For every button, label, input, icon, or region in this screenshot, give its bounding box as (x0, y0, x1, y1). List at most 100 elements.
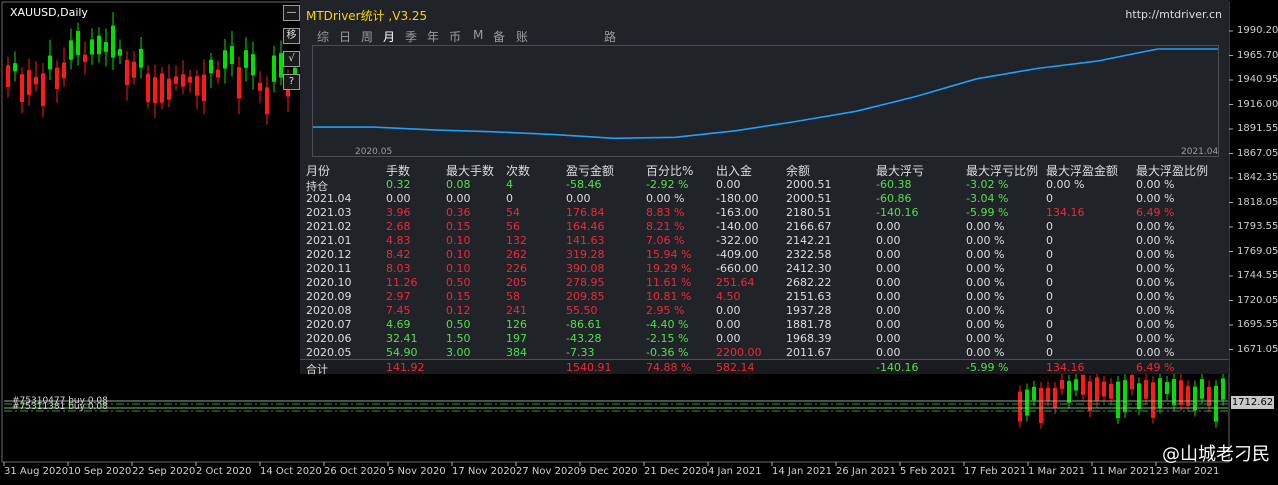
candle-body (160, 73, 164, 103)
cell: 最大浮盈比例 (1136, 164, 1209, 178)
total-cell: 74.88 % (646, 361, 692, 374)
candle-body (55, 67, 59, 90)
tab-7[interactable]: M (473, 28, 483, 42)
cell: 1881.78 (786, 318, 832, 331)
cell: 134.16 (1046, 206, 1085, 219)
date-tick-label: 21 Dec 2020 (644, 466, 708, 477)
cell: 0.12 (446, 304, 471, 317)
cell: 0.00 % (966, 290, 1005, 303)
total-cell: 141.92 (386, 361, 425, 374)
cell: 0.00 % (646, 192, 685, 205)
cell: 126 (506, 318, 527, 331)
panel-url-link[interactable]: http://mtdriver.cn (1125, 8, 1222, 21)
candle-body (244, 50, 248, 68)
cell: 最大浮亏比例 (966, 164, 1039, 178)
cell: -2.92 % (646, 178, 689, 191)
cell: 2021.04 (306, 192, 352, 205)
cell: 2322.58 (786, 248, 832, 261)
candle-body (1074, 379, 1078, 391)
cell: 141.63 (566, 234, 605, 247)
watermark: @山城老刁民 (1162, 444, 1270, 465)
cell: 2682.22 (786, 276, 832, 289)
cell: 4.50 (716, 290, 741, 303)
candle-body (1081, 375, 1085, 395)
price-tick-label: 1720.05 (1237, 294, 1278, 306)
cell: 0.00 % (1136, 248, 1175, 261)
cell: 278.95 (566, 276, 605, 289)
tab-0[interactable]: 综 (317, 28, 329, 45)
tab-4[interactable]: 季 (405, 28, 417, 45)
cell: 2.97 (386, 290, 411, 303)
current-price-tag: 1712.62 (1231, 396, 1274, 409)
candle-body (1221, 378, 1225, 400)
cell: 手数 (386, 164, 411, 178)
cell: -60.38 (876, 178, 912, 191)
cell: 0.50 (446, 318, 471, 331)
cell: -7.33 (566, 346, 595, 359)
candle-body (41, 73, 45, 107)
tab-5[interactable]: 年 (427, 28, 439, 45)
cell: 0.00 (716, 178, 741, 191)
price-tick-label: 1818.05 (1237, 196, 1278, 208)
cell: -86.61 (566, 318, 602, 331)
cell: 0.00 % (966, 220, 1005, 233)
candle-body (265, 87, 269, 115)
candle-body (1200, 379, 1204, 399)
candle-body (125, 59, 129, 86)
candle-body (1186, 386, 1190, 406)
tab-8[interactable]: 备 (493, 28, 505, 45)
cell: 0.00 % (1046, 178, 1085, 191)
table-row: 2021.02 2.68 0.15 56 164.46 8.21 % -140.00 2166… (300, 220, 1229, 234)
cell: 0 (1046, 318, 1053, 331)
tab-2[interactable]: 周 (361, 28, 373, 45)
confirm-button[interactable]: √ (283, 51, 300, 67)
equity-start-date: 2020.05 (355, 147, 393, 157)
candle-body (1144, 380, 1148, 399)
cell: 15.94 % (646, 248, 692, 261)
candle-body (62, 62, 66, 79)
help-button[interactable]: ? (283, 74, 300, 90)
cell: -43.28 (566, 332, 602, 345)
tab-6[interactable]: 币 (449, 28, 461, 45)
move-button[interactable]: 移 (283, 28, 300, 44)
equity-curve-panel: 2020.05 2021.04 (312, 45, 1219, 157)
table-row: 2020.05 54.90 3.00 384 -7.33 -0.36 % 2200.00 20… (300, 346, 1229, 360)
candle-body (223, 50, 227, 69)
tab-3[interactable]: 月 (383, 28, 395, 45)
candle-body (181, 74, 185, 87)
cell: 余额 (786, 164, 811, 178)
cell: 0.00 % (1136, 234, 1175, 247)
cell: 0.00 % (1136, 318, 1175, 331)
cell: 56 (506, 220, 520, 233)
candle-body (230, 46, 234, 64)
cell: 2021.01 (306, 234, 352, 247)
cell: 0.10 (446, 234, 471, 247)
candle-body (188, 76, 192, 83)
candle-body (111, 25, 115, 58)
candle-body (167, 78, 171, 100)
cell: 319.28 (566, 248, 605, 261)
table-row: 2020.10 11.26 0.50 205 278.95 11.61 % 251.64 26… (300, 276, 1229, 290)
cell: 0 (1046, 220, 1053, 233)
cell: 0.00 (876, 318, 901, 331)
candle-body (6, 65, 10, 88)
cell: 0.00 % (1136, 332, 1175, 345)
cell: 0 (1046, 346, 1053, 359)
date-tick-label: 4 Jan 2021 (708, 466, 762, 477)
cell: 8.42 (386, 248, 411, 261)
candle-body (1095, 377, 1099, 402)
price-tick-label: 1891.55 (1237, 123, 1278, 134)
price-tick-label: 1695.55 (1237, 319, 1278, 330)
price-tick-label: 1990.20 (1237, 25, 1278, 36)
cell: 0.00 % (966, 262, 1005, 275)
price-tick-label: 1965.70 (1237, 49, 1278, 61)
cell: 0.00 % (1136, 276, 1175, 289)
cell: 226 (506, 262, 527, 275)
cell: -163.00 (716, 206, 759, 219)
candle-body (1158, 378, 1162, 408)
cell: 11.26 (386, 276, 418, 289)
minimize-button[interactable]: — (283, 5, 300, 21)
tab-1[interactable]: 日 (339, 28, 351, 45)
cell: 最大浮盈金额 (1046, 164, 1119, 178)
candle-body (76, 30, 80, 56)
